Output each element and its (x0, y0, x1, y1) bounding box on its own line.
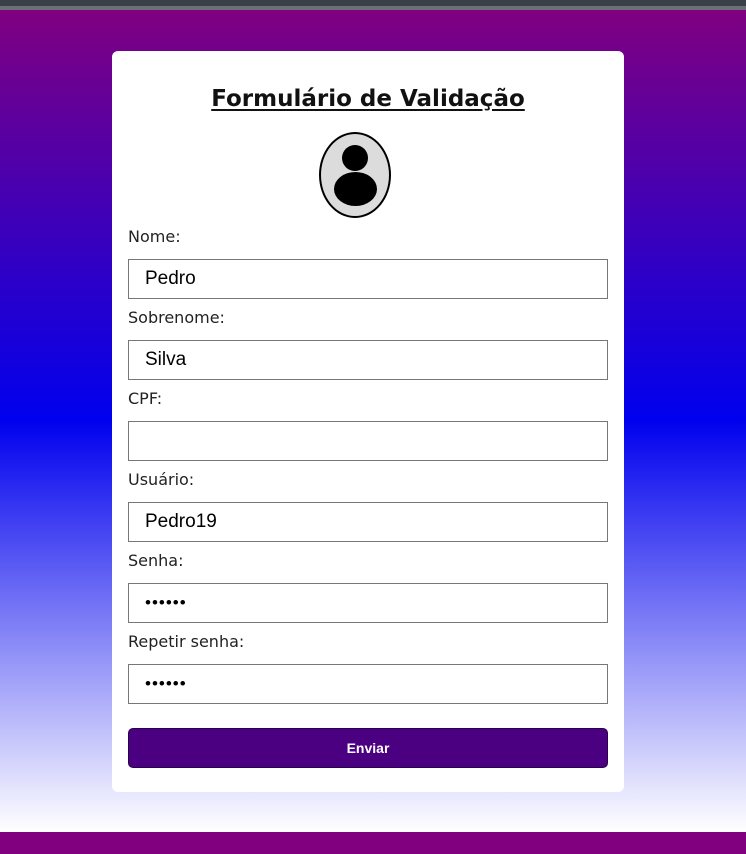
avatar-head (342, 145, 368, 171)
avatar-body (334, 172, 377, 206)
senha-input[interactable] (128, 583, 608, 623)
enviar-button[interactable]: Enviar (128, 728, 608, 768)
repetir-senha-input[interactable] (128, 664, 608, 704)
form-title: Formulário de Validação (211, 86, 525, 112)
window-top-bar (0, 0, 746, 10)
nome-label: Nome: (128, 227, 181, 246)
senha-label: Senha: (128, 551, 184, 570)
page-footer-bar (0, 832, 746, 854)
validation-form-card: Formulário de Validação Nome: Sobrenome:… (112, 51, 624, 792)
nome-input[interactable] (128, 259, 608, 299)
sobrenome-label: Sobrenome: (128, 308, 225, 327)
repetir-senha-label: Repetir senha: (128, 632, 245, 651)
user-avatar-icon (319, 132, 391, 218)
cpf-input[interactable] (128, 421, 608, 461)
usuario-label: Usuário: (128, 470, 195, 489)
cpf-label: CPF: (128, 389, 163, 408)
sobrenome-input[interactable] (128, 340, 608, 380)
usuario-input[interactable] (128, 502, 608, 542)
